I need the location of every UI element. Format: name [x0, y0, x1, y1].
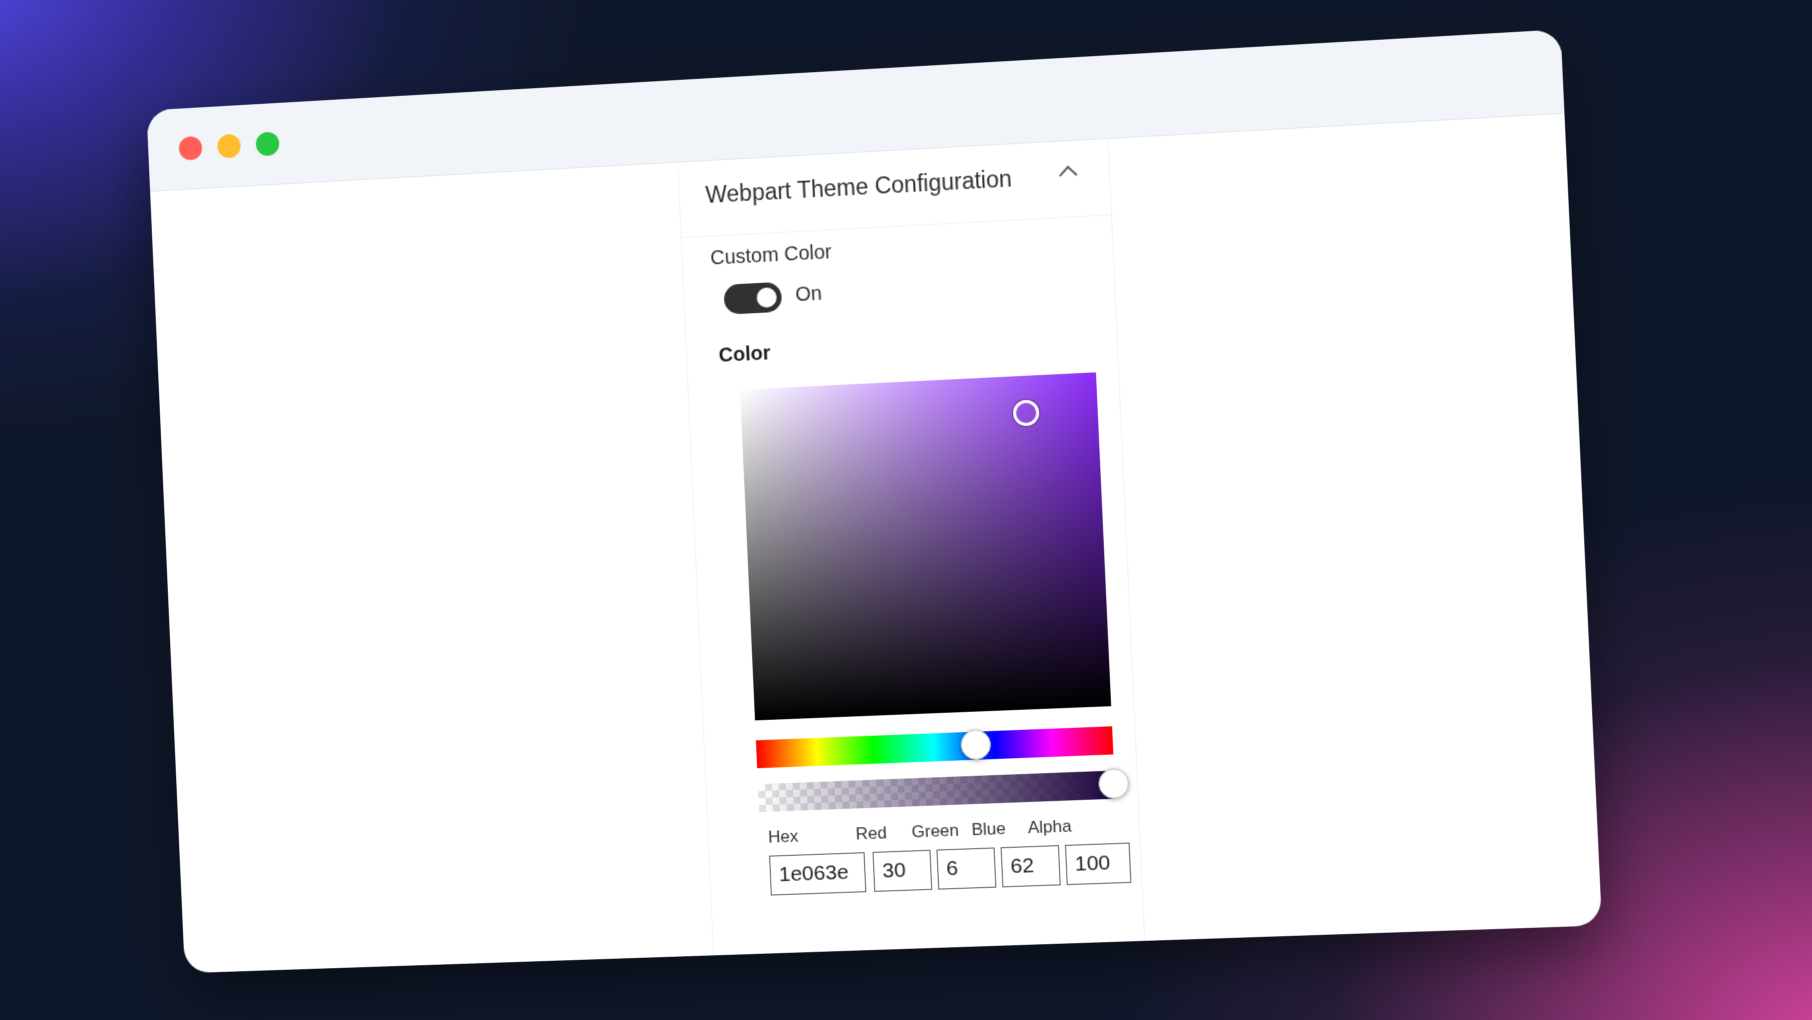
green-label: Green: [911, 820, 960, 842]
toggle-knob: [756, 287, 778, 309]
hex-input[interactable]: [769, 852, 867, 896]
theme-configuration-panel: Webpart Theme Configuration Custom Color…: [677, 137, 1146, 956]
close-window-button[interactable]: [178, 135, 203, 161]
hex-label: Hex: [767, 826, 799, 847]
red-label: Red: [855, 823, 888, 844]
blue-input[interactable]: [1000, 845, 1061, 888]
toggle-state-label: On: [794, 282, 823, 307]
alpha-slider-thumb[interactable]: [1097, 768, 1130, 800]
saturation-value-area[interactable]: [740, 372, 1112, 721]
panel-header-title: Webpart Theme Configuration: [704, 165, 1013, 208]
green-input[interactable]: [936, 847, 997, 890]
custom-color-toggle[interactable]: [723, 281, 783, 315]
app-window: Webpart Theme Configuration Custom Color…: [146, 29, 1602, 974]
hue-slider[interactable]: [755, 726, 1114, 769]
alpha-label: Alpha: [1027, 816, 1073, 838]
minimize-window-button[interactable]: [216, 133, 242, 159]
blue-label: Blue: [971, 818, 1007, 840]
color-label: Color: [718, 342, 771, 367]
custom-color-label: Custom Color: [709, 241, 833, 270]
chevron-up-icon[interactable]: [1058, 165, 1078, 185]
maximize-window-button[interactable]: [255, 131, 280, 157]
red-input[interactable]: [872, 849, 933, 892]
alpha-slider[interactable]: [757, 770, 1116, 813]
alpha-input[interactable]: [1064, 842, 1132, 886]
